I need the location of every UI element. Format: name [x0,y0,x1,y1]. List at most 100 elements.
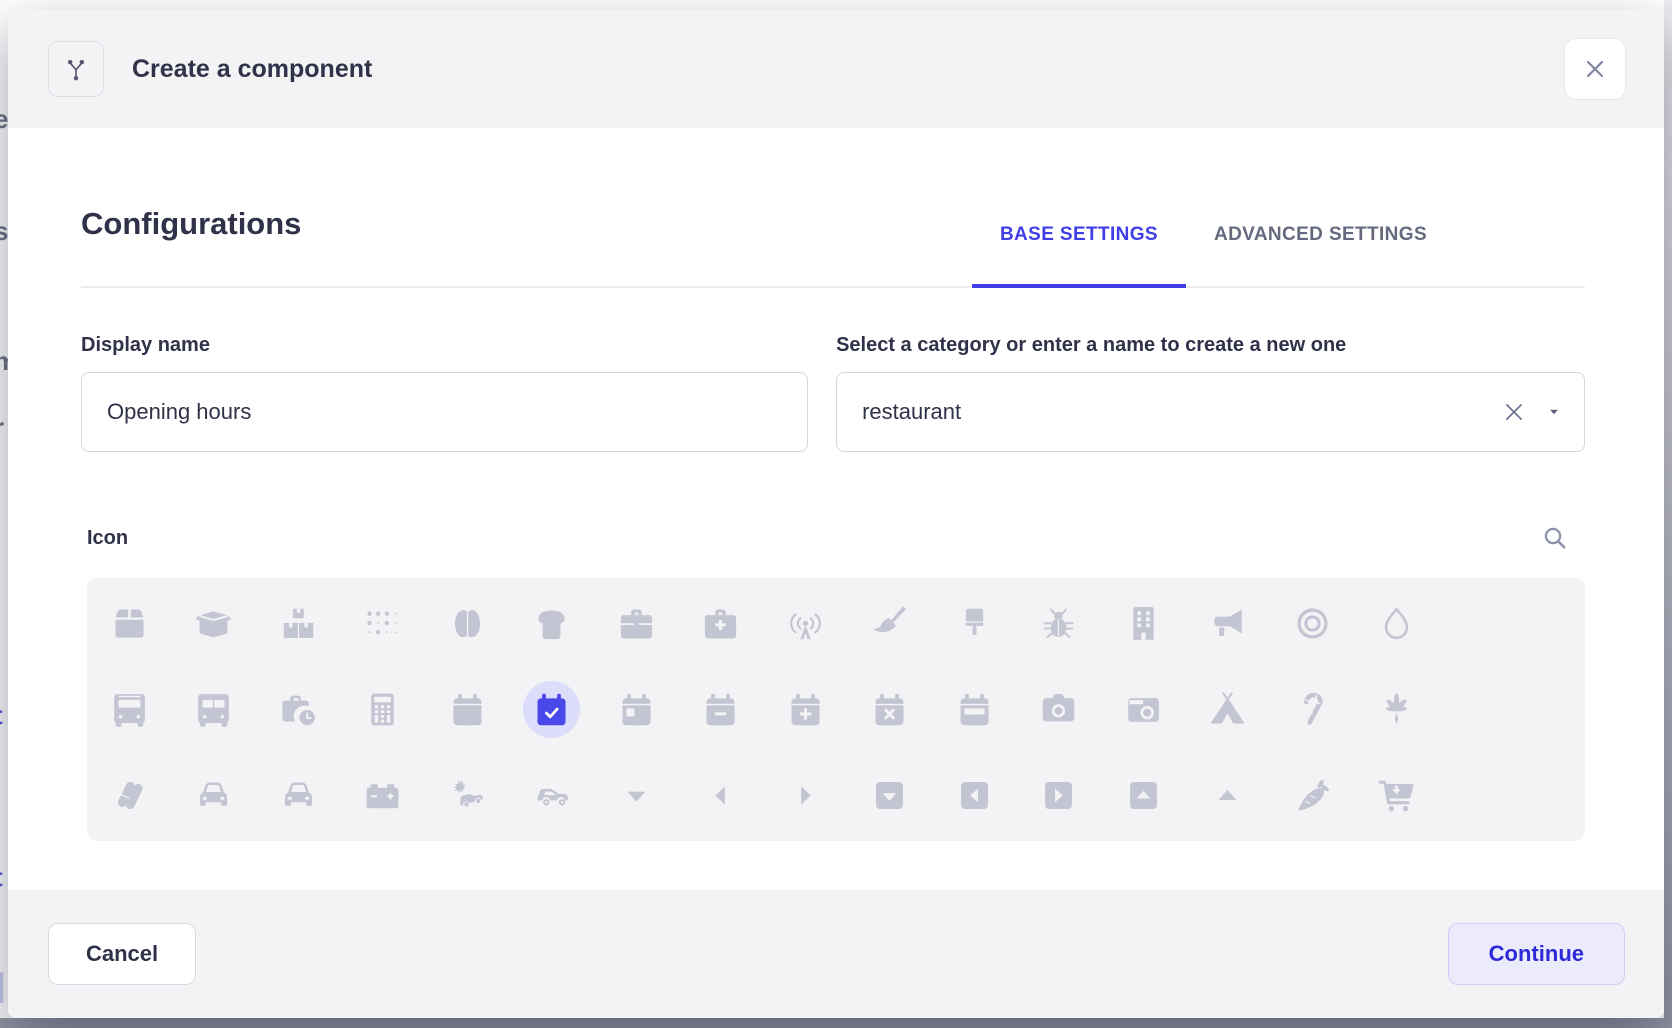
icon-label: Icon [87,527,128,550]
caret-down-icon [618,777,655,814]
camera-icon [1040,691,1077,728]
icon-option-cannabis[interactable] [1355,666,1440,752]
icon-option-calendar-minus[interactable] [679,666,764,752]
clear-x-icon[interactable] [1501,399,1527,425]
display-name-input[interactable] [81,372,808,452]
caret-square-left-icon [956,777,993,814]
icon-option-brush[interactable] [932,580,1017,666]
backdrop-bottom-edge [0,1018,1672,1028]
icon-option-capsules[interactable] [87,753,172,839]
icon-option-boxes[interactable] [256,580,341,666]
icon-grid-row [87,753,1585,839]
building-icon [1125,605,1162,642]
icon-option-calendar-times[interactable] [848,666,933,752]
icon-option-brain[interactable] [425,580,510,666]
icon-option-car[interactable] [172,753,257,839]
icon-option-building[interactable] [1101,580,1186,666]
icon-option-caret-left[interactable] [679,753,764,839]
car-crash-icon [449,777,486,814]
icon-option-calendar-week[interactable] [932,666,1017,752]
icon-option-briefcase[interactable] [594,580,679,666]
icon-option-calendar[interactable] [425,666,510,752]
icon-option-briefcase-medical[interactable] [679,580,764,666]
icon-option-broadcast-tower[interactable] [763,580,848,666]
icon-option-car-crash[interactable] [425,753,510,839]
icon-option-bug[interactable] [1017,580,1102,666]
burn-icon [1378,605,1415,642]
screen: esmrtt▌ Create a component Configuration… [0,0,1672,1028]
icon-option-caret-square-up[interactable] [1101,753,1186,839]
calendar-icon [449,691,486,728]
brush-icon [956,605,993,642]
continue-button[interactable]: Continue [1448,923,1625,985]
icon-option-caret-square-down[interactable] [848,753,933,839]
bullseye-icon [1294,605,1331,642]
icon-option-car-side[interactable] [510,753,595,839]
icon-option-bus-alt[interactable] [172,666,257,752]
calculator-icon [364,691,401,728]
calendar-plus-icon [787,691,824,728]
box-icon [111,605,148,642]
icon-option-calendar-plus[interactable] [763,666,848,752]
icon-option-calendar-check[interactable] [510,666,595,752]
candy-cane-icon [1294,691,1331,728]
calendar-day-icon [618,691,655,728]
campground-icon [1209,691,1246,728]
icon-option-broom[interactable] [848,580,933,666]
broom-icon [871,605,908,642]
close-button[interactable] [1564,38,1626,100]
icon-option-carrot[interactable] [1270,753,1355,839]
icon-option-braille[interactable] [341,580,426,666]
caret-down-icon[interactable] [1545,403,1563,421]
tab-base-settings[interactable]: BASE SETTINGS [972,224,1186,286]
icon-option-camera[interactable] [1017,666,1102,752]
icon-grid-row [87,666,1585,752]
bus-alt-icon [195,691,232,728]
icon-option-box-open[interactable] [172,580,257,666]
bread-slice-icon [533,605,570,642]
cancel-button[interactable]: Cancel [48,923,196,985]
icon-option-calendar-day[interactable] [594,666,679,752]
brain-icon [449,605,486,642]
box-open-icon [195,605,232,642]
icon-option-bread-slice[interactable] [510,580,595,666]
icon-section-header: Icon [81,524,1585,552]
cart-arrow-down-icon [1378,777,1415,814]
icon-option-bullhorn[interactable] [1186,580,1271,666]
icon-option-car-battery[interactable] [341,753,426,839]
caret-right-icon [787,777,824,814]
broadcast-tower-icon [787,605,824,642]
icon-option-caret-right[interactable] [763,753,848,839]
icon-option-burn[interactable] [1355,580,1440,666]
category-label: Select a category or enter a name to cre… [836,334,1585,357]
icon-option-campground[interactable] [1186,666,1271,752]
icon-option-camera-retro[interactable] [1101,666,1186,752]
icon-option-box[interactable] [87,580,172,666]
search-icon[interactable] [1541,524,1569,552]
bug-icon [1040,605,1077,642]
icon-option-bus[interactable] [87,666,172,752]
icon-option-calculator[interactable] [341,666,426,752]
bullhorn-icon [1209,605,1246,642]
briefcase-icon [618,605,655,642]
icon-option-business-time[interactable] [256,666,341,752]
calendar-times-icon [871,691,908,728]
car-side-icon [533,777,570,814]
icon-option-candy-cane[interactable] [1270,666,1355,752]
component-branch-icon [48,41,104,97]
icon-option-cart-arrow-down[interactable] [1355,753,1440,839]
icon-option-car-alt[interactable] [256,753,341,839]
icon-option-caret-square-left[interactable] [932,753,1017,839]
briefcase-medical-icon [702,605,739,642]
icon-option-bullseye[interactable] [1270,580,1355,666]
category-input[interactable] [836,372,1585,452]
tab-advanced-settings[interactable]: ADVANCED SETTINGS [1186,224,1455,286]
modal-header: Create a component [8,10,1664,128]
section-title: Configurations [81,206,301,286]
icon-option-caret-down[interactable] [594,753,679,839]
cannabis-icon [1378,691,1415,728]
carrot-icon [1294,777,1331,814]
icon-option-caret-square-right[interactable] [1017,753,1102,839]
car-icon [195,777,232,814]
icon-option-caret-up[interactable] [1186,753,1271,839]
